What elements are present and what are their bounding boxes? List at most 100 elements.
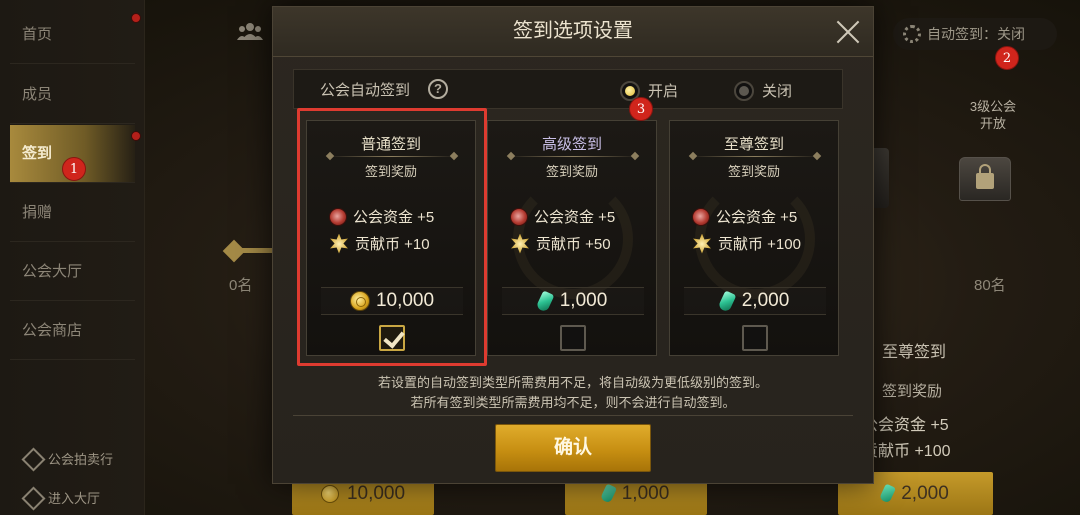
reward-text: 公会资金 +5 bbox=[716, 209, 798, 226]
members-icon bbox=[237, 23, 263, 40]
note-line-1: 若设置的自动签到类型所需费用不足，将自动级为更低级别的签到。 bbox=[377, 375, 768, 390]
card-checkbox[interactable] bbox=[560, 325, 586, 351]
lock-icon bbox=[976, 164, 994, 189]
bg-card-title: 至尊签到 bbox=[882, 344, 947, 361]
progress-track-start bbox=[222, 239, 278, 263]
card-title: 普通签到 bbox=[360, 136, 421, 153]
note-line-2: 若所有签到类型所需费用均不足，则不会进行自动签到。 bbox=[410, 395, 736, 410]
gem-icon bbox=[599, 483, 617, 504]
guild-fund-icon bbox=[692, 207, 710, 226]
auction-house-label: 公会拍卖行 bbox=[48, 451, 114, 467]
sidebar-item-donate[interactable]: 捐赠 bbox=[10, 184, 135, 242]
sidebar-item-label: 捐赠 bbox=[22, 204, 53, 221]
reward-text: 公会资金 +5 bbox=[534, 209, 616, 226]
rank-start-label: 0名 bbox=[229, 277, 253, 294]
auto-sign-status-button[interactable]: 自动签到：关闭 bbox=[893, 18, 1057, 50]
reward-contribution: 贡献币 +50 bbox=[510, 233, 611, 254]
card-title: 高级签到 bbox=[541, 136, 602, 153]
divider bbox=[293, 415, 853, 416]
gold-coin-icon bbox=[320, 484, 339, 503]
reward-contribution: 贡献币 +100 bbox=[692, 233, 801, 254]
reward-text: 公会资金 +5 bbox=[353, 209, 435, 226]
bg-card-sub: 签到奖励 bbox=[882, 383, 943, 400]
contribution-coin-icon bbox=[330, 233, 348, 254]
radio-enable-label: 开启 bbox=[648, 83, 679, 100]
signin-card-normal[interactable]: 普通签到 签到奖励 公会资金 +5 贡献币 +10 10,000 bbox=[306, 120, 476, 356]
close-button[interactable] bbox=[835, 19, 861, 45]
reward-guild-fund: 公会资金 +5 bbox=[510, 206, 615, 227]
enter-hall-button[interactable]: 进入大厅 bbox=[22, 487, 100, 507]
card-title: 至尊签到 bbox=[723, 136, 784, 153]
auto-sign-option-row: 公会自动签到 ? 开启 关闭 bbox=[293, 69, 843, 109]
sidebar-item-label: 签到 bbox=[22, 145, 53, 162]
bg-cost-value: 10,000 bbox=[346, 482, 406, 504]
contribution-coin-icon bbox=[693, 233, 711, 254]
radio-disable-label: 关闭 bbox=[762, 83, 793, 100]
locked-chest-icon[interactable] bbox=[955, 143, 1015, 205]
reward-contribution: 贡献币 +10 bbox=[329, 233, 430, 254]
sidebar-item-home[interactable]: 首页 bbox=[10, 6, 135, 64]
reward-text: 贡献币 +100 bbox=[718, 236, 801, 253]
signin-card-advanced[interactable]: 高级签到 签到奖励 公会资金 +5 贡献币 +50 1,000 bbox=[487, 120, 657, 356]
sidebar-item-guild-shop[interactable]: 公会商店 bbox=[10, 302, 135, 360]
bg-card-reward1: 公会资金 +5 bbox=[862, 417, 949, 434]
card-checkbox[interactable] bbox=[379, 325, 405, 351]
sidebar-item-label: 首页 bbox=[22, 26, 53, 43]
gem-icon bbox=[535, 289, 555, 313]
sidebar-item-label: 公会大厅 bbox=[22, 263, 83, 280]
card-checkbox[interactable] bbox=[742, 325, 768, 351]
reward-text: 贡献币 +50 bbox=[536, 236, 611, 253]
reward-guild-fund: 公会资金 +5 bbox=[692, 206, 797, 227]
radio-enable[interactable]: 开启 bbox=[620, 80, 678, 101]
dialog-title: 签到选项设置 bbox=[513, 20, 633, 42]
auto-sign-status-label: 自动签到：关闭 bbox=[927, 26, 1025, 42]
gold-coin-icon bbox=[349, 291, 370, 311]
reward-guild-fund: 公会资金 +5 bbox=[329, 206, 434, 227]
step-marker-1: 1 bbox=[62, 157, 86, 181]
radio-unselected-icon bbox=[734, 80, 754, 101]
gear-icon bbox=[903, 25, 921, 43]
cost-row: 1,000 bbox=[502, 287, 644, 315]
chest-unlock-label: 3级公会 开放 bbox=[969, 99, 1017, 131]
divider bbox=[327, 156, 457, 157]
auction-icon bbox=[22, 448, 42, 468]
signin-settings-dialog: 签到选项设置 公会自动签到 ? 开启 关闭 普通签到 签到奖励 公会资金 +5 … bbox=[272, 6, 874, 484]
step-marker-3: 3 bbox=[629, 97, 653, 121]
sidebar: 首页 成员 签到 捐赠 公会大厅 公会商店 公会拍卖行 进入大厅 bbox=[0, 0, 145, 515]
confirm-button[interactable]: 确认 bbox=[495, 424, 651, 472]
enter-hall-icon bbox=[22, 487, 42, 507]
sidebar-item-members[interactable]: 成员 bbox=[10, 66, 135, 124]
divider bbox=[690, 156, 820, 157]
sidebar-item-label: 成员 bbox=[22, 86, 53, 103]
enter-hall-label: 进入大厅 bbox=[48, 490, 101, 506]
gem-icon bbox=[717, 289, 737, 313]
help-icon[interactable]: ? bbox=[428, 79, 448, 99]
contribution-coin-icon bbox=[511, 233, 529, 254]
bg-cost-value: 2,000 bbox=[901, 482, 949, 504]
guild-fund-icon bbox=[510, 207, 528, 226]
rank-end-label: 80名 bbox=[974, 277, 1006, 294]
signin-card-supreme[interactable]: 至尊签到 签到奖励 公会资金 +5 贡献币 +100 2,000 bbox=[669, 120, 839, 356]
notification-dot bbox=[131, 13, 141, 23]
cost-value: 2,000 bbox=[741, 290, 790, 311]
auto-sign-option-label: 公会自动签到 bbox=[320, 82, 411, 99]
sidebar-item-guild-hall[interactable]: 公会大厅 bbox=[10, 243, 135, 301]
card-subtitle: 签到奖励 bbox=[364, 164, 417, 179]
reward-text: 贡献币 +10 bbox=[355, 236, 430, 253]
cost-row: 10,000 bbox=[321, 287, 463, 315]
radio-disable[interactable]: 关闭 bbox=[734, 80, 792, 101]
divider bbox=[508, 156, 638, 157]
card-subtitle: 签到奖励 bbox=[545, 164, 598, 179]
cost-value: 1,000 bbox=[559, 290, 608, 311]
auction-house-button[interactable]: 公会拍卖行 bbox=[22, 448, 113, 468]
card-subtitle: 签到奖励 bbox=[727, 164, 780, 179]
cost-row: 2,000 bbox=[684, 287, 826, 315]
notification-dot bbox=[131, 131, 141, 141]
bg-card-reward2: 贡献币 +100 bbox=[862, 443, 951, 460]
step-marker-2: 2 bbox=[995, 46, 1019, 70]
sidebar-item-label: 公会商店 bbox=[22, 322, 83, 339]
bg-cost-value: 1,000 bbox=[621, 482, 670, 504]
gem-icon bbox=[879, 483, 897, 504]
guild-fund-icon bbox=[329, 207, 347, 226]
cost-value: 10,000 bbox=[375, 290, 435, 311]
